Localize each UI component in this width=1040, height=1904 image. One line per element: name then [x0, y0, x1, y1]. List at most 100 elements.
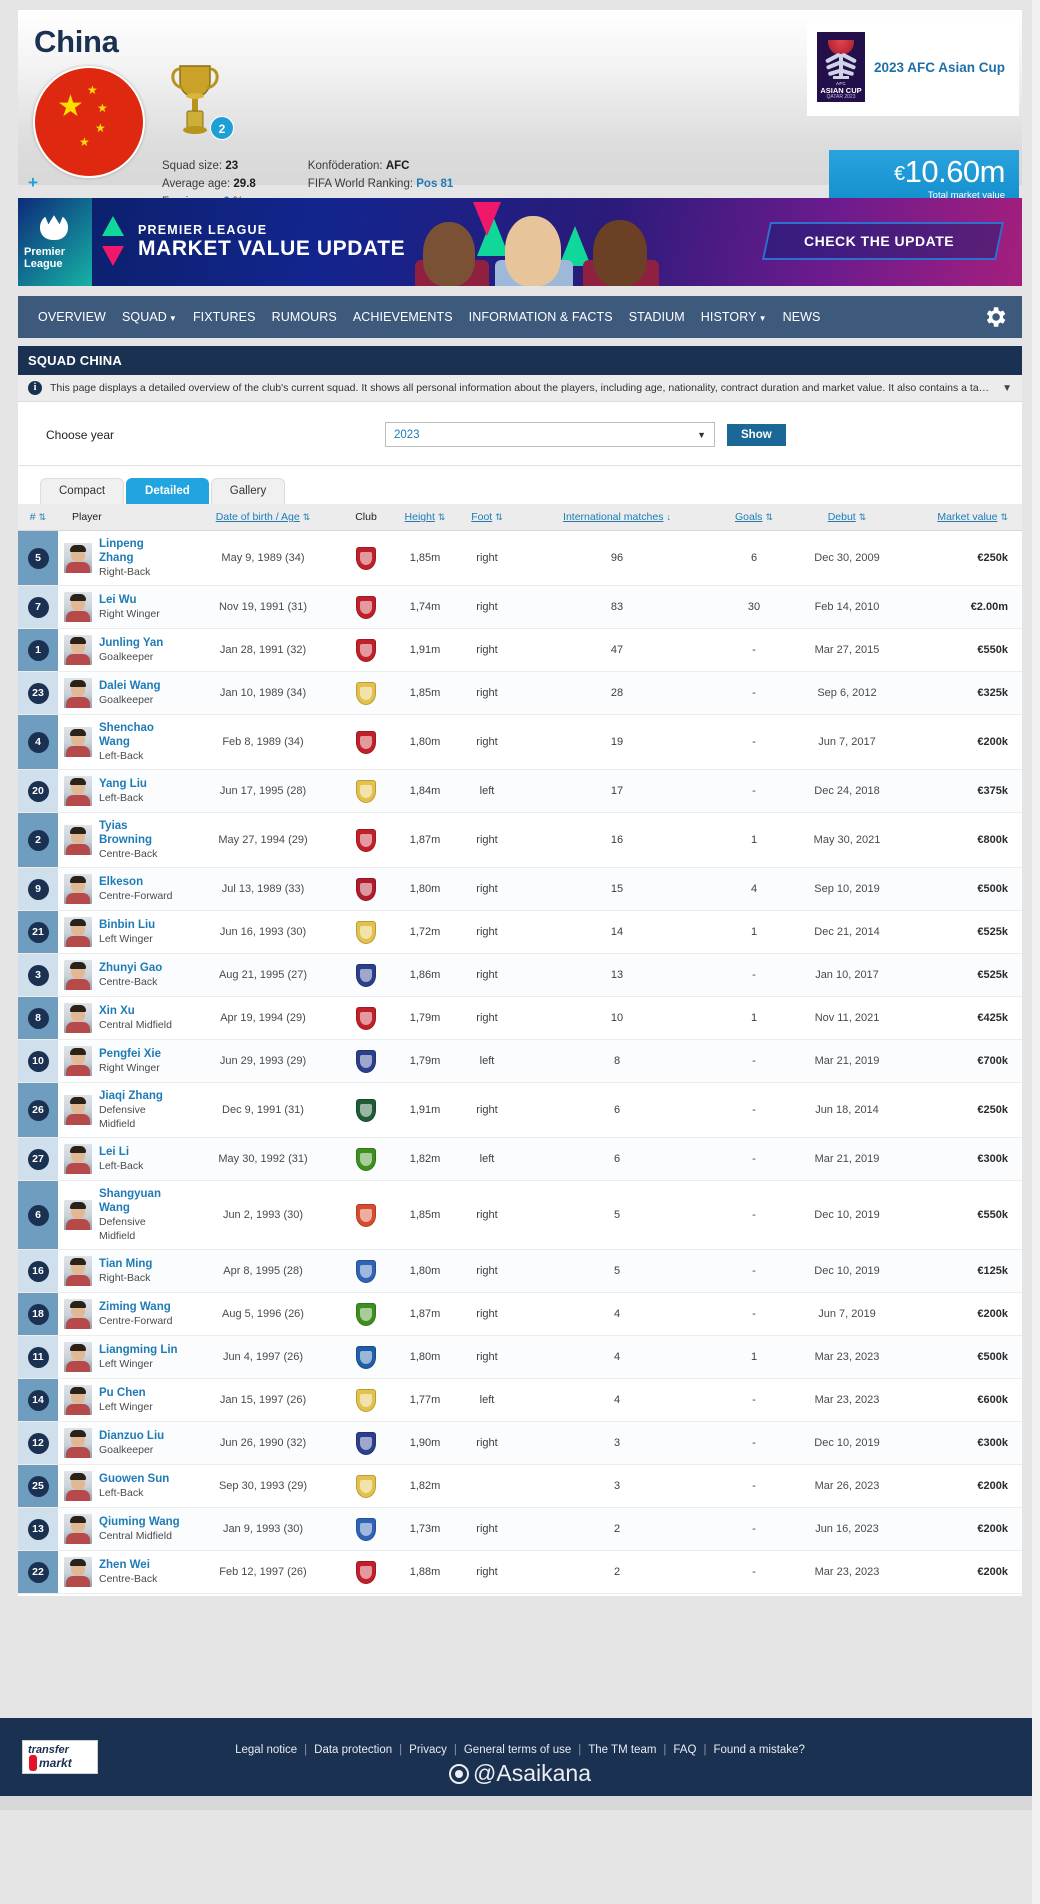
table-row[interactable]: 4 Shenchao Wang Left-Back Feb 8, 1989 (34) 1…	[18, 714, 1022, 770]
table-row[interactable]: 11 Liangming Lin Left Winger Jun 4, 1997 (2…	[18, 1335, 1022, 1379]
cell-market-value[interactable]: €525k	[902, 954, 1022, 997]
cell-market-value[interactable]: €375k	[902, 770, 1022, 813]
player-name[interactable]: Shenchao Wang	[99, 721, 180, 749]
cell-market-value[interactable]: €300k	[902, 1422, 1022, 1465]
cell-club[interactable]	[338, 1508, 394, 1551]
cell-club[interactable]	[338, 1379, 394, 1422]
cell-market-value[interactable]: €250k	[902, 1083, 1022, 1138]
col-header-height[interactable]: Height ⇅	[394, 504, 456, 531]
nav-item-achievements[interactable]: ACHIEVEMENTS	[345, 310, 461, 324]
col-header-dob[interactable]: Date of birth / Age ⇅	[188, 504, 338, 531]
cell-market-value[interactable]: €200k	[902, 1508, 1022, 1551]
player-name[interactable]: Shangyuan Wang	[99, 1187, 180, 1215]
table-row[interactable]: 16 Tian Ming Right-Back Apr 8, 1995 (28) 1,8…	[18, 1249, 1022, 1293]
cell-market-value[interactable]: €500k	[902, 1336, 1022, 1379]
cell-club[interactable]	[338, 1422, 394, 1465]
table-row[interactable]: 5 Linpeng Zhang Right-Back May 9, 1989 (34)…	[18, 530, 1022, 586]
footer-link-found-a-mistake[interactable]: Found a mistake?	[706, 1744, 811, 1756]
cell-club[interactable]	[338, 770, 394, 813]
cell-club[interactable]	[338, 715, 394, 770]
table-row[interactable]: 26 Jiaqi Zhang Defensive Midfield Dec 9, 19…	[18, 1082, 1022, 1138]
competition-card[interactable]: AFC ASIAN CUP QATAR 2023 2023 AFC Asian …	[807, 18, 1019, 116]
footer-link-general-terms-of-use[interactable]: General terms of use	[457, 1744, 578, 1756]
cell-market-value[interactable]: €525k	[902, 911, 1022, 954]
cell-market-value[interactable]: €250k	[902, 531, 1022, 586]
tab-compact[interactable]: Compact	[40, 478, 125, 504]
player-name[interactable]: Binbin Liu	[99, 918, 155, 932]
player-name[interactable]: Elkeson	[99, 875, 173, 889]
col-header-market-value[interactable]: Market value ⇅	[902, 504, 1022, 531]
cell-market-value[interactable]: €300k	[902, 1138, 1022, 1181]
col-header-foot[interactable]: Foot ⇅	[456, 504, 518, 531]
cell-club[interactable]	[338, 1181, 394, 1250]
cell-market-value[interactable]: €200k	[902, 1465, 1022, 1508]
nav-item-fixtures[interactable]: FIXTURES	[185, 310, 264, 324]
cell-market-value[interactable]: €200k	[902, 1551, 1022, 1594]
gear-icon[interactable]	[982, 304, 1008, 330]
nav-item-information-facts[interactable]: INFORMATION & FACTS	[461, 310, 621, 324]
cell-club[interactable]	[338, 1551, 394, 1594]
cell-market-value[interactable]: €325k	[902, 672, 1022, 715]
player-name[interactable]: Ziming Wang	[99, 1300, 173, 1314]
player-name[interactable]: Dalei Wang	[99, 679, 161, 693]
cell-market-value[interactable]: €200k	[902, 715, 1022, 770]
footer-link-legal-notice[interactable]: Legal notice	[228, 1744, 304, 1756]
cell-market-value[interactable]: €200k	[902, 1293, 1022, 1336]
cell-club[interactable]	[338, 531, 394, 586]
player-name[interactable]: Pengfei Xie	[99, 1047, 161, 1061]
table-row[interactable]: 14 Pu Chen Left Winger Jan 15, 1997 (26) 1,7…	[18, 1378, 1022, 1422]
player-name[interactable]: Xin Xu	[99, 1004, 172, 1018]
cell-club[interactable]	[338, 629, 394, 672]
player-name[interactable]: Lei Wu	[99, 593, 160, 607]
cell-market-value[interactable]: €800k	[902, 813, 1022, 868]
show-button[interactable]: Show	[727, 423, 786, 446]
cell-club[interactable]	[338, 911, 394, 954]
table-row[interactable]: 1 Junling Yan Goalkeeper Jan 28, 1991 (32) 1…	[18, 628, 1022, 672]
nav-item-news[interactable]: NEWS	[775, 310, 829, 324]
table-row[interactable]: 23 Dalei Wang Goalkeeper Jan 10, 1989 (34) 1…	[18, 671, 1022, 715]
table-row[interactable]: 22 Zhen Wei Centre-Back Feb 12, 1997 (26) 1,…	[18, 1550, 1022, 1594]
cell-market-value[interactable]: €550k	[902, 1181, 1022, 1250]
cell-club[interactable]	[338, 672, 394, 715]
player-name[interactable]: Zhunyi Gao	[99, 961, 162, 975]
cell-club[interactable]	[338, 1336, 394, 1379]
player-name[interactable]: Guowen Sun	[99, 1472, 169, 1486]
player-name[interactable]: Tyias Browning	[99, 819, 180, 847]
cell-market-value[interactable]: €700k	[902, 1040, 1022, 1083]
table-row[interactable]: 10 Pengfei Xie Right Winger Jun 29, 1993 (2…	[18, 1039, 1022, 1083]
table-row[interactable]: 9 Elkeson Centre-Forward Jul 13, 1989 (33) 1…	[18, 867, 1022, 911]
footer-link-data-protection[interactable]: Data protection	[307, 1744, 399, 1756]
table-row[interactable]: 20 Yang Liu Left-Back Jun 17, 1995 (28) 1,84…	[18, 769, 1022, 813]
nav-item-squad[interactable]: SQUAD ▼	[114, 310, 185, 324]
player-name[interactable]: Junling Yan	[99, 636, 163, 650]
table-row[interactable]: 18 Ziming Wang Centre-Forward Aug 5, 1996 (…	[18, 1292, 1022, 1336]
player-name[interactable]: Qiuming Wang	[99, 1515, 180, 1529]
table-row[interactable]: 7 Lei Wu Right Winger Nov 19, 1991 (31) 1,74…	[18, 585, 1022, 629]
cell-club[interactable]	[338, 1465, 394, 1508]
cell-club[interactable]	[338, 1293, 394, 1336]
cell-club[interactable]	[338, 868, 394, 911]
player-name[interactable]: Zhen Wei	[99, 1558, 157, 1572]
cell-market-value[interactable]: €125k	[902, 1250, 1022, 1293]
cell-market-value[interactable]: €2.00m	[902, 586, 1022, 629]
cell-club[interactable]	[338, 1138, 394, 1181]
table-row[interactable]: 21 Binbin Liu Left Winger Jun 16, 1993 (30)…	[18, 910, 1022, 954]
footer-link-faq[interactable]: FAQ	[666, 1744, 703, 1756]
year-select[interactable]: 2023 ▼	[385, 422, 715, 447]
tab-detailed[interactable]: Detailed	[126, 478, 209, 504]
cell-club[interactable]	[338, 1083, 394, 1138]
cell-club[interactable]	[338, 997, 394, 1040]
table-row[interactable]: 25 Guowen Sun Left-Back Sep 30, 1993 (29) 1,…	[18, 1464, 1022, 1508]
cell-market-value[interactable]: €425k	[902, 997, 1022, 1040]
nav-item-stadium[interactable]: STADIUM	[621, 310, 693, 324]
cell-club[interactable]	[338, 1040, 394, 1083]
nav-item-overview[interactable]: OVERVIEW	[30, 310, 114, 324]
player-name[interactable]: Lei Li	[99, 1145, 143, 1159]
player-name[interactable]: Dianzuo Liu	[99, 1429, 164, 1443]
table-row[interactable]: 2 Tyias Browning Centre-Back May 27, 1994 (…	[18, 812, 1022, 868]
table-row[interactable]: 27 Lei Li Left-Back May 30, 1992 (31) 1,82m l…	[18, 1137, 1022, 1181]
premier-league-ad-banner[interactable]: Premier League PREMIER LEAGUE MARKET VAL…	[18, 198, 1022, 286]
player-name[interactable]: Jiaqi Zhang	[99, 1089, 180, 1103]
player-name[interactable]: Linpeng Zhang	[99, 537, 180, 565]
col-header-goals[interactable]: Goals ⇅	[716, 504, 792, 531]
